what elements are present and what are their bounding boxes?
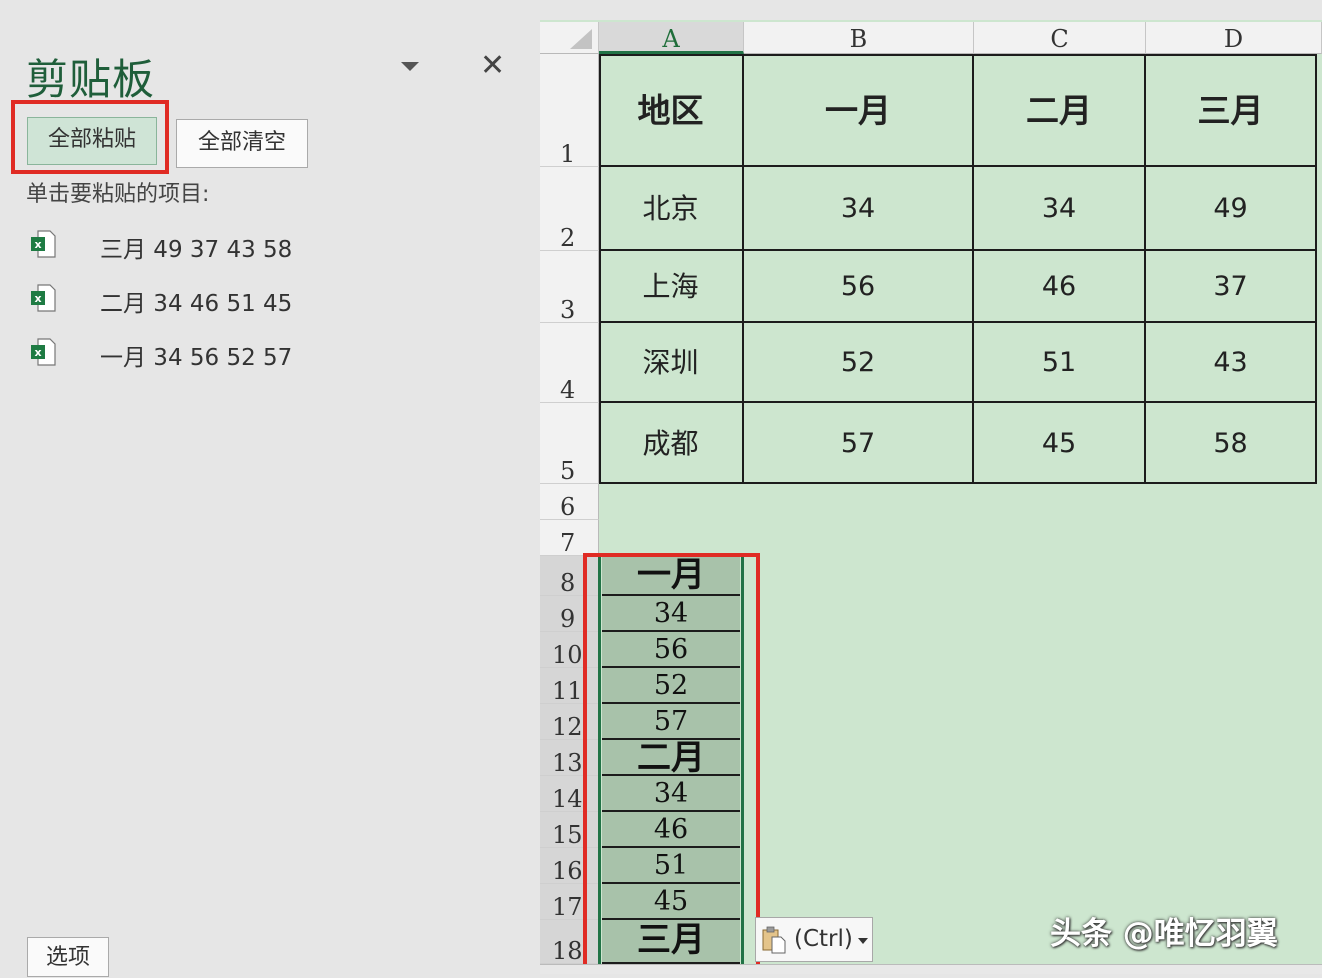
row-header[interactable]: 1 [540,54,599,167]
watermark: 头条 @唯忆羽翼 [1050,916,1278,952]
table-cell[interactable]: 深圳 [599,323,744,403]
table-cell[interactable]: 43 [1146,323,1317,403]
pasted-cell[interactable]: 34 [602,776,740,812]
clipboard-item[interactable]: x 一月 34 56 52 57 [26,332,486,372]
options-button[interactable]: 选项 [27,937,109,977]
column-header-c[interactable]: C [974,22,1146,54]
row-header[interactable]: 7 [540,520,599,556]
chevron-down-icon[interactable] [401,62,419,71]
table-cell[interactable]: 上海 [599,251,744,323]
table-cell[interactable]: 56 [744,251,974,323]
pane-title: 剪贴板 [26,55,156,104]
table-cell[interactable]: 34 [744,167,974,251]
clipboard-item-text: 二月 34 46 51 45 [100,291,293,317]
paste-options-button[interactable]: (Ctrl) [755,917,873,962]
paste-options-label: (Ctrl) [794,926,853,952]
table-header-cell[interactable]: 一月 [744,54,974,167]
table-cell[interactable]: 45 [974,403,1146,484]
table-cell[interactable]: 34 [974,167,1146,251]
svg-text:x: x [34,292,41,305]
pasted-cell[interactable]: 51 [602,848,740,884]
pasted-cell[interactable]: 46 [602,812,740,848]
row-header[interactable]: 4 [540,323,599,403]
row-header[interactable]: 6 [540,484,599,520]
row-header[interactable]: 5 [540,403,599,484]
row-header[interactable]: 15 [540,812,599,848]
table-cell[interactable]: 49 [1146,167,1317,251]
table-cell[interactable]: 37 [1146,251,1317,323]
sheet-bottom-bar [540,964,1322,974]
table-cell[interactable]: 51 [974,323,1146,403]
row-header[interactable]: 14 [540,776,599,812]
pasted-cell[interactable]: 三月 [602,920,740,964]
row-header[interactable]: 13 [540,740,599,776]
clipboard-item[interactable]: x 三月 49 37 43 58 [26,224,486,264]
pasted-cell[interactable]: 二月 [602,740,740,776]
row-header[interactable]: 9 [540,596,599,632]
row-header[interactable]: 18 [540,920,599,964]
column-header-a[interactable]: A [599,22,744,54]
row-header[interactable]: 16 [540,848,599,884]
paste-all-button[interactable]: 全部粘贴 [27,117,157,165]
table-header-cell[interactable]: 二月 [974,54,1146,167]
table-cell[interactable]: 46 [974,251,1146,323]
excel-icon: x [31,338,56,366]
clipboard-item-text: 一月 34 56 52 57 [100,345,293,371]
table-cell[interactable]: 57 [744,403,974,484]
pasted-cell[interactable]: 52 [602,668,740,704]
excel-icon: x [31,284,56,312]
row-header[interactable]: 10 [540,632,599,668]
table-header-cell[interactable]: 地区 [599,54,744,167]
row-header[interactable]: 8 [540,556,599,596]
selection-border [741,556,744,966]
table-cell[interactable]: 52 [744,323,974,403]
column-header-d[interactable]: D [1146,22,1322,54]
selection-border [598,556,601,966]
pasted-cell[interactable]: 45 [602,884,740,920]
excel-icon: x [31,230,56,258]
row-header[interactable]: 17 [540,884,599,920]
table-cell[interactable]: 北京 [599,167,744,251]
table-cell[interactable]: 成都 [599,403,744,484]
svg-text:x: x [34,346,41,359]
table-cell[interactable]: 58 [1146,403,1317,484]
close-icon[interactable]: ✕ [480,50,505,82]
clipboard-item-text: 三月 49 37 43 58 [100,237,293,263]
clipboard-pane: 剪贴板 ✕ 全部粘贴 全部清空 单击要粘贴的项目: x 三月 49 37 43 … [0,0,540,977]
row-header[interactable]: 3 [540,251,599,323]
select-all-corner[interactable] [540,22,599,54]
pasted-cell[interactable]: 一月 [602,556,740,596]
clipboard-paste-icon [762,926,786,954]
row-header[interactable]: 11 [540,668,599,704]
pasted-cell[interactable]: 34 [602,596,740,632]
clear-all-button[interactable]: 全部清空 [176,119,308,168]
table-header-cell[interactable]: 三月 [1146,54,1317,167]
clipboard-item[interactable]: x 二月 34 46 51 45 [26,278,486,318]
chevron-down-icon [858,938,868,944]
svg-text:x: x [34,238,41,251]
pane-hint: 单击要粘贴的项目: [26,182,210,207]
row-header[interactable]: 12 [540,704,599,740]
spreadsheet-grid[interactable]: A B C D 1 2 3 4 5 6 7 8 9 10 11 12 13 14… [540,0,1322,974]
row-header[interactable]: 2 [540,167,599,251]
pasted-cell[interactable]: 57 [602,704,740,740]
column-header-b[interactable]: B [744,22,974,54]
pasted-cell[interactable]: 56 [602,632,740,668]
